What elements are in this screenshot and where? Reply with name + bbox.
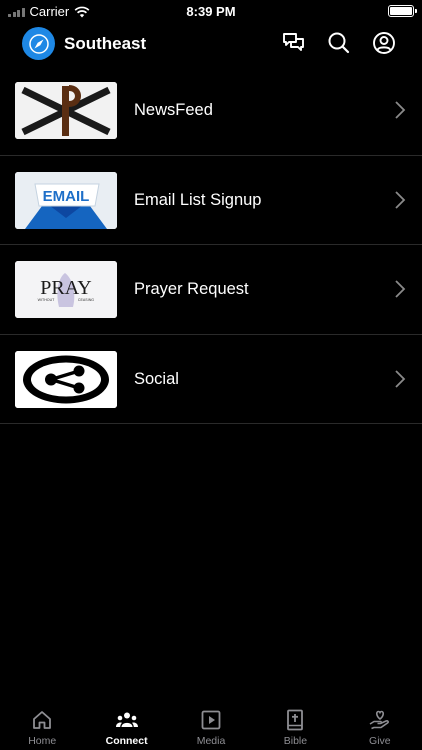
compass-icon xyxy=(28,33,49,54)
pray-thumb-subtext-right: CEASING xyxy=(78,298,94,302)
chevron-right-icon xyxy=(395,369,406,388)
people-icon xyxy=(115,712,138,727)
tab-label: Home xyxy=(28,735,57,747)
chevron-right-icon xyxy=(395,280,406,298)
list-item-label: NewsFeed xyxy=(134,101,213,119)
give-icon xyxy=(369,710,389,730)
app-logo[interactable] xyxy=(22,27,55,60)
battery-icon xyxy=(388,5,417,17)
account-icon[interactable] xyxy=(371,30,397,56)
tab-connect[interactable]: Connect xyxy=(84,700,168,750)
search-icon[interactable] xyxy=(326,30,352,56)
app-header: Southeast xyxy=(0,26,422,62)
email-thumbnail: EMAIL xyxy=(15,171,117,229)
app-title: Southeast xyxy=(64,34,147,53)
tab-label: Media xyxy=(196,735,226,747)
prayer-thumbnail: PRAY WITHOUT CEASING xyxy=(15,261,117,318)
tab-label: Connect xyxy=(105,735,148,747)
tab-label: Bible xyxy=(283,735,308,747)
newsfeed-thumbnail xyxy=(15,82,117,139)
list-item-label: Prayer Request xyxy=(134,280,249,298)
pray-thumb-subtext-left: WITHOUT xyxy=(38,298,56,302)
list-item-social[interactable]: Social xyxy=(0,335,422,424)
connect-list: NewsFeed EMAIL Email List Signup PRAY WI… xyxy=(0,66,422,424)
social-thumbnail xyxy=(15,350,117,408)
tab-bible[interactable]: Bible xyxy=(253,700,337,750)
tab-bar: Home Connect Media Bible Give xyxy=(0,700,422,750)
chevron-right-icon xyxy=(395,101,406,119)
email-thumb-text: EMAIL xyxy=(43,188,90,205)
chat-icon[interactable] xyxy=(281,30,307,56)
list-item-label: Email List Signup xyxy=(134,190,262,209)
list-item-email-signup[interactable]: EMAIL Email List Signup xyxy=(0,156,422,245)
home-icon xyxy=(33,711,52,729)
tab-home[interactable]: Home xyxy=(0,700,84,750)
list-item-prayer-request[interactable]: PRAY WITHOUT CEASING Prayer Request xyxy=(0,245,422,335)
status-time: 8:39 PM xyxy=(186,4,236,19)
list-item-label: Social xyxy=(134,369,179,388)
tab-give[interactable]: Give xyxy=(338,700,422,750)
play-icon xyxy=(201,710,221,730)
pray-thumb-text: PRAY xyxy=(40,277,92,299)
status-bar: Carrier 8:39 PM xyxy=(0,0,422,22)
list-item-newsfeed[interactable]: NewsFeed xyxy=(0,66,422,156)
bible-icon xyxy=(287,709,304,731)
tab-media[interactable]: Media xyxy=(169,700,253,750)
chevron-right-icon xyxy=(395,190,406,209)
tab-label: Give xyxy=(369,735,391,747)
